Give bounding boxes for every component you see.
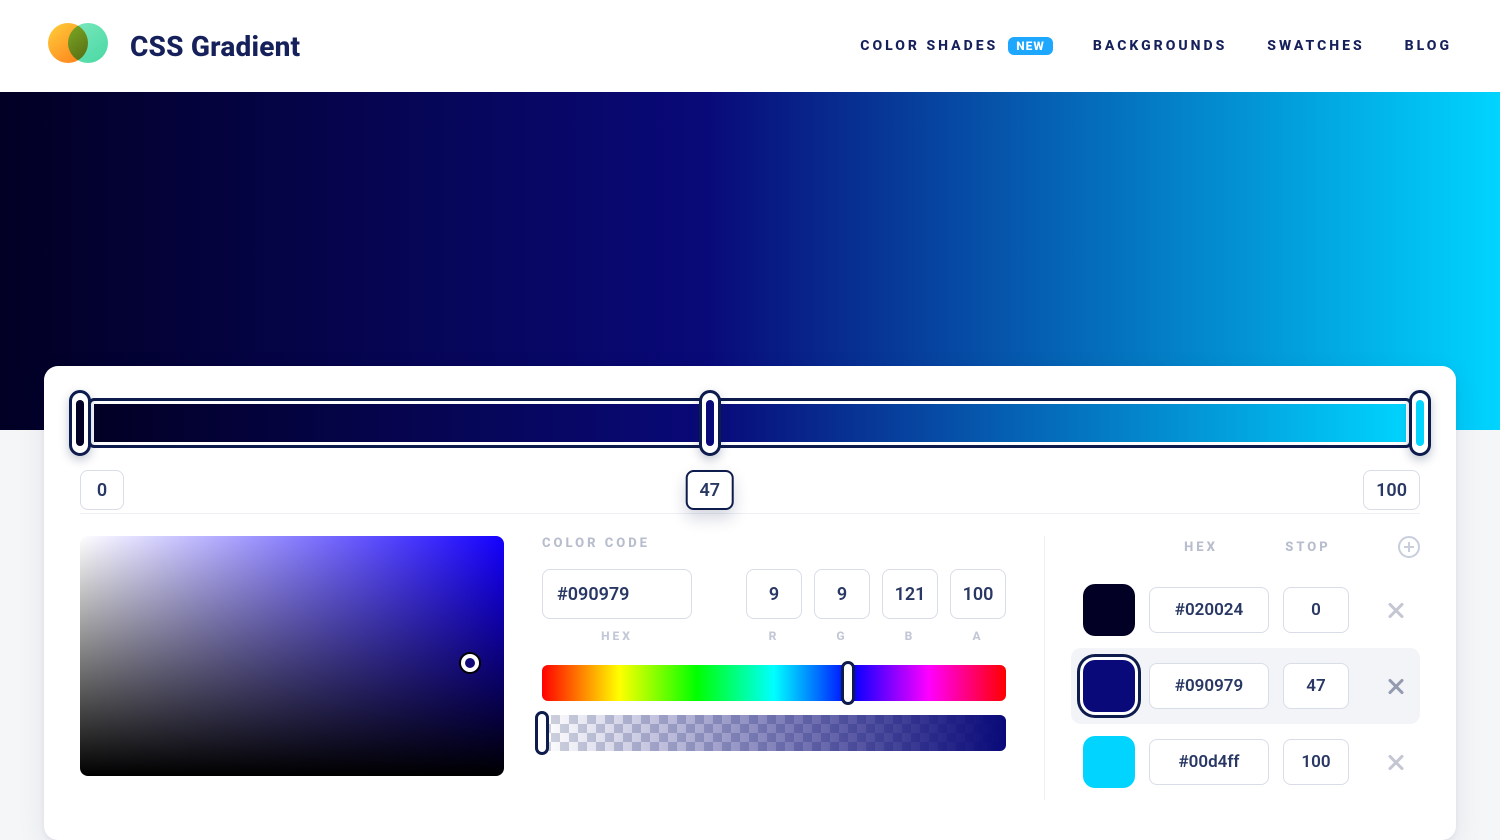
gradient-stop-handle[interactable] (1409, 390, 1431, 456)
b-input[interactable]: 121 (882, 569, 938, 619)
a-input[interactable]: 100 (950, 569, 1006, 619)
r-input[interactable]: 9 (746, 569, 802, 619)
hue-handle[interactable] (841, 661, 855, 705)
stop-position-input[interactable]: 100 (1283, 739, 1349, 785)
delete-stop-button[interactable] (1384, 674, 1408, 698)
nav-color-shades[interactable]: COLOR SHADES NEW (860, 37, 1053, 55)
a-sublabel: A (950, 629, 1006, 643)
stop-position-input[interactable]: 0 (1283, 587, 1349, 633)
nav-label: COLOR SHADES (860, 38, 998, 54)
brand-title: CSS Gradient (130, 30, 300, 63)
brand[interactable]: CSS Gradient (48, 23, 300, 69)
stop-position-input[interactable]: 100 (1363, 470, 1420, 510)
b-sublabel: B (882, 629, 938, 643)
gradient-slider[interactable] (80, 394, 1420, 452)
gradient-stop-handle[interactable] (699, 390, 721, 456)
stop-position-input[interactable]: 47 (1283, 663, 1349, 709)
g-sublabel: G (814, 629, 870, 643)
nav-blog[interactable]: BLOG (1405, 38, 1452, 54)
stop-position-input[interactable]: 47 (686, 470, 735, 510)
gradient-stop-handle[interactable] (69, 390, 91, 456)
stop-position-input[interactable]: 0 (80, 470, 124, 510)
stop-swatch[interactable] (1083, 736, 1135, 788)
nav-backgrounds[interactable]: BACKGROUNDS (1093, 38, 1227, 54)
color-field[interactable] (80, 536, 504, 776)
stop-position-labels: 0 47 100 (80, 470, 1420, 514)
gradient-track[interactable] (88, 398, 1412, 448)
stop-row[interactable]: #020024 0 (1071, 572, 1420, 648)
alpha-slider[interactable] (542, 715, 1006, 751)
stops-list: #020024 0 #090979 47 #00d4ff 100 (1071, 572, 1420, 800)
stops-header: HEX STOP (1071, 536, 1420, 558)
g-input[interactable]: 9 (814, 569, 870, 619)
stop-swatch[interactable] (1083, 584, 1135, 636)
hex-input[interactable]: #090979 (542, 569, 692, 619)
stop-row[interactable]: #090979 47 (1071, 648, 1420, 724)
header: CSS Gradient COLOR SHADES NEW BACKGROUND… (0, 0, 1500, 92)
stop-hex-input[interactable]: #020024 (1149, 587, 1269, 633)
stops-hex-label: HEX (1141, 540, 1261, 555)
color-code-label: COLOR CODE (542, 536, 1006, 551)
add-stop-button[interactable] (1398, 536, 1420, 558)
hue-slider[interactable] (542, 665, 1006, 701)
delete-stop-button[interactable] (1384, 750, 1408, 774)
r-sublabel: R (746, 629, 802, 643)
nav-swatches[interactable]: SWATCHES (1267, 38, 1364, 54)
alpha-handle[interactable] (535, 711, 549, 755)
hex-sublabel: HEX (542, 629, 692, 643)
stop-hex-input[interactable]: #090979 (1149, 663, 1269, 709)
editor-panel: 0 47 100 COLOR CODE #090979 HEX 9 R (44, 366, 1456, 840)
nav: COLOR SHADES NEW BACKGROUNDS SWATCHES BL… (860, 37, 1452, 55)
delete-stop-button[interactable] (1384, 598, 1408, 622)
badge-new: NEW (1008, 37, 1053, 55)
stop-swatch[interactable] (1083, 660, 1135, 712)
stop-row[interactable]: #00d4ff 100 (1071, 724, 1420, 800)
logo-icon (48, 23, 108, 69)
stop-hex-input[interactable]: #00d4ff (1149, 739, 1269, 785)
color-field-pointer[interactable] (461, 654, 479, 672)
stops-stop-label: STOP (1273, 540, 1343, 555)
